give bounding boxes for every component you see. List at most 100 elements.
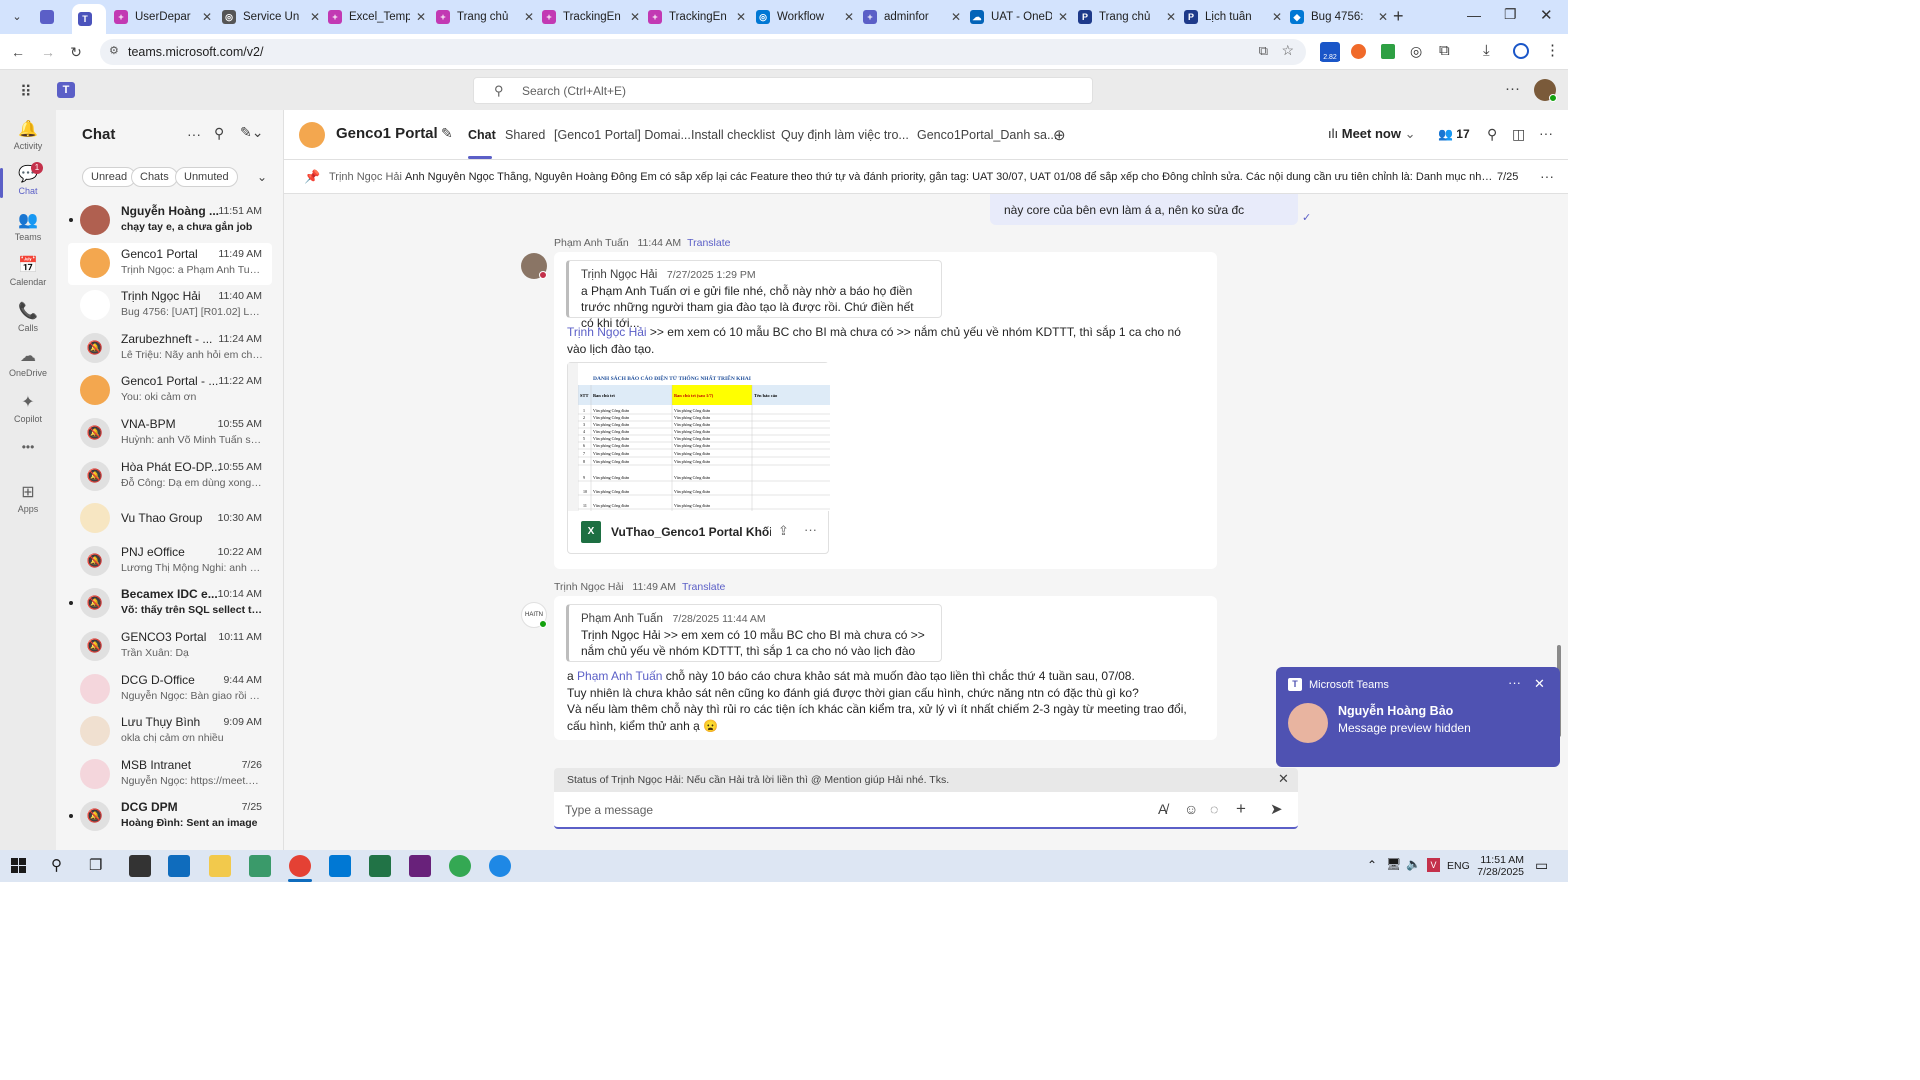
extension-icon[interactable]: 2.82	[1320, 42, 1340, 62]
tab-close-icon[interactable]: ✕	[736, 10, 746, 24]
browser-tab[interactable]: + Trang chủ ✕	[430, 4, 534, 30]
teams-notification-toast[interactable]: T Microsoft Teams ··· ✕ Nguyễn Hoàng Bảo…	[1276, 667, 1560, 767]
chat-list-item[interactable]: 🔕 Hòa Phát EO-DP... 10:55 AM Đỗ Công: Dạ em…	[68, 456, 272, 498]
tab-close-icon[interactable]: ✕	[1378, 10, 1388, 24]
tab-quy-dinh[interactable]: Quy định làm việc tro...	[781, 128, 909, 142]
taskbar-app2-icon[interactable]	[489, 855, 511, 877]
tab-close-icon[interactable]: ✕	[630, 10, 640, 24]
filter-unmuted[interactable]: Unmuted	[175, 167, 238, 187]
windows-start-icon[interactable]	[11, 858, 27, 874]
chat-list-item[interactable]: Genco1 Portal 11:49 AM Trịnh Ngọc: a Phạm …	[68, 242, 272, 285]
app-launcher-icon[interactable]: ⠿	[20, 82, 32, 102]
m2-quote[interactable]: Phạm Anh Tuấn 7/28/2025 11:44 AM Trịnh N…	[566, 604, 942, 662]
loop-icon[interactable]: ◌	[1210, 801, 1218, 817]
share-file-icon[interactable]: ⇪	[778, 523, 789, 539]
browser-menu-icon[interactable]: ⋮	[1545, 41, 1560, 59]
file-more-icon[interactable]: ···	[804, 522, 817, 537]
popout-icon[interactable]: ◫	[1512, 126, 1525, 143]
forward-icon[interactable]: →	[38, 42, 58, 62]
rail-more[interactable]: •••	[0, 432, 56, 478]
back-icon[interactable]: ←	[8, 42, 28, 62]
vietkey-icon[interactable]: V	[1427, 858, 1440, 872]
language-indicator[interactable]: ENG	[1447, 860, 1470, 872]
taskbar-vscode-icon[interactable]	[329, 855, 351, 877]
m1-quote[interactable]: Trịnh Ngọc Hải 7/27/2025 1:29 PM a Phạm …	[566, 260, 942, 330]
emoji-icon[interactable]: ☺	[1184, 801, 1198, 817]
bookmark-star-icon[interactable]: ☆	[1281, 42, 1294, 59]
pinned-message-bar[interactable]: 📌 Trịnh Ngọc Hải Anh Nguyễn Ngọc Thắng, …	[284, 160, 1568, 194]
header-more-icon[interactable]: ···	[1539, 125, 1553, 141]
tab-close-icon[interactable]: ✕	[202, 10, 212, 24]
extension-green-icon[interactable]	[1381, 44, 1395, 59]
close-window-button[interactable]: ✕	[1540, 6, 1553, 24]
toast-close-icon[interactable]: ✕	[1534, 676, 1545, 692]
m1-avatar[interactable]	[521, 253, 547, 279]
taskbar-explorer-icon[interactable]	[209, 855, 231, 877]
send-icon[interactable]: ➤	[1270, 800, 1283, 818]
browser-tab[interactable]: ◆ Bug 4756: ✕	[1284, 4, 1388, 30]
tray-chevron-icon[interactable]: ⌃	[1367, 858, 1377, 872]
rename-pencil-icon[interactable]: ✎	[441, 125, 453, 142]
tab-close-icon[interactable]: ✕	[1272, 10, 1282, 24]
tab-close-icon[interactable]: ✕	[1058, 10, 1068, 24]
taskbar-visualstudio-icon[interactable]	[409, 855, 431, 877]
taskbar-outlook-icon[interactable]	[168, 855, 190, 877]
clock[interactable]: 11:51 AM 7/28/2025	[1474, 854, 1524, 878]
filter-unread[interactable]: Unread	[82, 167, 137, 187]
chat-list-item[interactable]: Nguyễn Hoàng ... 11:51 AM chạy tay e, a ch…	[68, 200, 272, 242]
m1-file-card[interactable]: DANH SÁCH BÁO CÁO ĐIỆN TỬ THỐNG NHẤT TRI…	[567, 362, 830, 554]
message-compose-box[interactable]: Type a message A̸ ☺ ◌ + ➤	[554, 792, 1298, 829]
tab-domain[interactable]: [Genco1 Portal] Domai...	[554, 128, 691, 142]
format-icon[interactable]: A̸	[1158, 801, 1167, 817]
chat-list-item[interactable]: Lưu Thụy Bình 9:09 AM okla chị cảm ơn nhiề…	[68, 711, 272, 753]
meet-now-button[interactable]: ılı Meet now ⌄	[1328, 126, 1416, 142]
settings-more-icon[interactable]: ···	[1505, 80, 1520, 97]
rail-onedrive[interactable]: ☁ OneDrive	[0, 342, 56, 388]
tab-chat[interactable]: Chat	[468, 128, 496, 142]
taskbar-app-icon[interactable]	[249, 855, 271, 877]
tab-search-icon[interactable]: ⌄	[8, 8, 26, 26]
rail-teams[interactable]: 👥 Teams	[0, 206, 56, 252]
taskbar-chrome2-icon[interactable]	[449, 855, 471, 877]
browser-tab[interactable]: + TrackingEn ✕	[642, 4, 746, 30]
filter-chats[interactable]: Chats	[131, 167, 178, 187]
browser-tab[interactable]: ◎ Workflow ✕	[750, 4, 854, 30]
tab-close-icon[interactable]: ✕	[844, 10, 854, 24]
dismiss-status-icon[interactable]: ✕	[1278, 771, 1289, 787]
browser-tab[interactable]: ☁ UAT - OneD ✕	[964, 4, 1068, 30]
taskbar-notion-icon[interactable]	[129, 855, 151, 877]
chat-list-item[interactable]: Vu Thao Group 10:30 AM	[68, 498, 272, 540]
network-icon[interactable]: 🖥	[1386, 857, 1401, 871]
chat-more-icon[interactable]: ···	[187, 126, 201, 142]
download-icon[interactable]: ⤓	[1483, 42, 1490, 59]
minimize-button[interactable]: —	[1467, 7, 1481, 23]
volume-icon[interactable]: 🔈	[1406, 857, 1421, 871]
reload-icon[interactable]: ↻	[66, 42, 86, 62]
tab-close-icon[interactable]: ✕	[524, 10, 534, 24]
m1-file-name[interactable]: VuThao_Genco1 Portal Khối I...	[611, 525, 771, 539]
chat-list-item[interactable]: MSB Intranet 7/26 Nguyễn Ngọc: https://mee…	[68, 754, 272, 796]
tab-close-icon[interactable]: ✕	[310, 10, 320, 24]
attach-plus-icon[interactable]: +	[1236, 799, 1246, 819]
rail-calendar[interactable]: 📅 Calendar	[0, 251, 56, 297]
chat-filter-search-icon[interactable]: ⚲	[214, 125, 224, 142]
chat-list-item[interactable]: 🔕 Becamex IDC e... 10:14 AM Võ: thấy trên S…	[68, 583, 272, 625]
m2-translate-link[interactable]: Translate	[682, 581, 725, 593]
new-chat-icon[interactable]: ✎⌄	[240, 124, 263, 141]
install-app-icon[interactable]: ⧉	[1259, 43, 1268, 59]
m2-avatar[interactable]: HAITN	[521, 602, 547, 628]
chat-list-item[interactable]: 🔕 VNA-BPM 10:55 AM Huỳnh: anh Võ Minh Tuấn …	[68, 413, 272, 455]
meet-dropdown-icon[interactable]: ⌄	[1405, 126, 1416, 141]
filter-expand-icon[interactable]: ⌄	[257, 170, 267, 184]
taskbar-chrome-icon[interactable]	[289, 855, 311, 877]
tab-shared[interactable]: Shared	[505, 128, 545, 142]
chat-list-item[interactable]: Trịnh Ngọc Hải 11:40 AM Bug 4756: [UAT] [R…	[68, 285, 272, 327]
rail-copilot[interactable]: ✦ Copilot	[0, 388, 56, 434]
extension-orange-icon[interactable]	[1351, 44, 1366, 59]
rail-activity[interactable]: 🔔 Activity	[0, 115, 56, 161]
chat-list-item[interactable]: 🔕 Zarubezhneft - ... 11:24 AM Lê Triệu: Nãy…	[68, 328, 272, 370]
browser-tab[interactable]: P Lịch tuần ✕	[1178, 4, 1282, 30]
tab-danh-sach[interactable]: Genco1Portal_Danh sa...	[917, 128, 1057, 142]
participants-button[interactable]: 👥 17	[1438, 127, 1470, 141]
pinned-more-icon[interactable]: ···	[1540, 168, 1554, 184]
